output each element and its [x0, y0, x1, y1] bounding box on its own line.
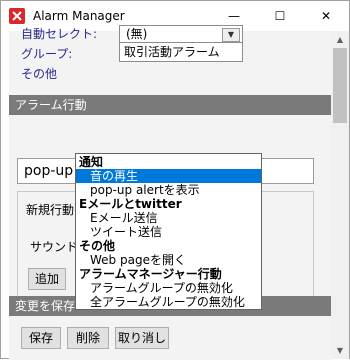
save-button[interactable]: 保存 [21, 327, 61, 349]
cancel-button[interactable]: 取り消し [115, 327, 169, 349]
dropdown-option-disable-all-groups[interactable]: 全アラームグループの無効化 [76, 295, 261, 309]
dropdown-group-notify: 通知 [79, 155, 104, 169]
auto-select-value: (無) [126, 27, 148, 41]
auto-select-label: 自動セレクト: [21, 27, 98, 41]
window-title: Alarm Manager [33, 9, 125, 23]
group-field[interactable]: 取引活動アラーム [119, 42, 243, 62]
auto-select-dropdown[interactable]: (無) ▼ [119, 25, 243, 43]
dropdown-group-other: その他 [79, 239, 116, 253]
new-action-label: 新規行動 [26, 203, 75, 217]
scroll-up-arrow-icon[interactable]: ▲ [331, 31, 349, 48]
chevron-down-icon: ▼ [222, 28, 240, 42]
dropdown-option-open-web-page[interactable]: Web pageを開く [76, 253, 261, 267]
maximize-button[interactable]: ☐ [257, 1, 303, 31]
dropdown-option-send-tweet[interactable]: ツイート送信 [76, 225, 261, 239]
add-button[interactable]: 追加 [28, 268, 66, 290]
vertical-scrollbar[interactable]: ▲ ▼ [331, 31, 349, 359]
group-label: グループ: [21, 47, 73, 61]
dropdown-option-play-sound[interactable]: 音の再生 [76, 169, 261, 183]
dropdown-option-disable-group[interactable]: アラームグループの無効化 [76, 281, 261, 295]
dropdown-group-alarm-manager: アラームマネージャー行動 [79, 267, 222, 281]
dropdown-option-send-email[interactable]: Eメール送信 [76, 211, 261, 225]
dropdown-option-popup-alert[interactable]: pop-up alertを表示 [76, 183, 261, 197]
close-button[interactable]: ✕ [303, 1, 349, 31]
other-label: その他 [21, 67, 58, 81]
app-logo-icon [9, 8, 25, 24]
alarm-manager-window: Alarm Manager — ☐ ✕ 自動セレクト: (無) ▼ グループ: … [0, 0, 350, 360]
delete-button[interactable]: 削除 [67, 327, 109, 349]
dropdown-group-email-twitter: Eメールとtwitter [79, 197, 182, 211]
scroll-down-arrow-icon[interactable]: ▼ [331, 342, 349, 359]
alarm-action-dropdown-list[interactable]: 通知 音の再生 pop-up alertを表示 Eメールとtwitter Eメー… [75, 153, 262, 310]
scroll-thumb[interactable] [333, 48, 347, 123]
alarm-action-header: アラーム行動 [9, 95, 331, 115]
